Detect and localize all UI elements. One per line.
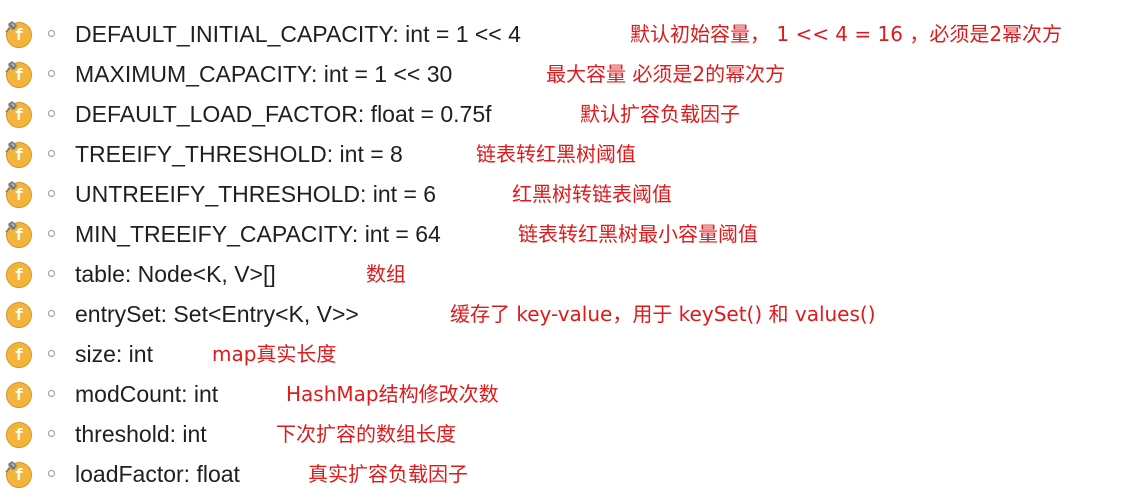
field-signature: MAXIMUM_CAPACITY: int = 1 << 30 (75, 61, 453, 87)
field-row[interactable]: f table: Node<K, V>[] 数组 (0, 255, 1131, 293)
field-signature: TREEIFY_THRESHOLD: int = 8 (75, 141, 403, 167)
field-signature: entrySet: Set<Entry<K, V>> (75, 301, 359, 327)
package-private-visibility-icon (48, 310, 55, 317)
package-private-visibility-icon (48, 350, 55, 357)
field-row[interactable]: f UNTREEIFY_THRESHOLD: int = 6 红黑树转链表阈值 (0, 175, 1131, 213)
package-private-visibility-icon (48, 110, 55, 117)
static-final-field-icon: f (5, 140, 32, 168)
static-final-field-icon: f (5, 220, 32, 248)
package-private-visibility-icon (48, 70, 55, 77)
field-annotation: 缓存了 key-value，用于 keySet() 和 values() (450, 302, 876, 326)
field-signature: DEFAULT_LOAD_FACTOR: float = 0.75f (75, 101, 492, 127)
package-private-visibility-icon (48, 390, 55, 397)
field-annotation: 链表转红黑树最小容量阈值 (518, 222, 758, 246)
field-annotation: 链表转红黑树阈值 (476, 142, 636, 166)
field-signature: table: Node<K, V>[] (75, 261, 276, 287)
field-signature: DEFAULT_INITIAL_CAPACITY: int = 1 << 4 (75, 21, 521, 47)
structure-field-list: f DEFAULT_INITIAL_CAPACITY: int = 1 << 4… (0, 0, 1131, 499)
field-signature: threshold: int (75, 421, 207, 447)
field-icon: f (6, 382, 32, 408)
field-icon: f (6, 342, 32, 368)
static-final-field-icon: f (5, 460, 32, 488)
field-row[interactable]: f DEFAULT_INITIAL_CAPACITY: int = 1 << 4… (0, 15, 1131, 53)
field-signature: modCount: int (75, 381, 219, 407)
field-row[interactable]: f entrySet: Set<Entry<K, V>> 缓存了 key-val… (0, 295, 1131, 333)
field-row[interactable]: f TREEIFY_THRESHOLD: int = 8 链表转红黑树阈值 (0, 135, 1131, 173)
package-private-visibility-icon (48, 30, 55, 37)
field-signature: MIN_TREEIFY_CAPACITY: int = 64 (75, 221, 441, 247)
field-row[interactable]: f loadFactor: float 真实扩容负载因子 (0, 455, 1131, 493)
field-signature: UNTREEIFY_THRESHOLD: int = 6 (75, 181, 437, 207)
static-final-field-icon: f (5, 20, 32, 48)
field-annotation: 真实扩容负载因子 (308, 462, 468, 486)
field-annotation: 数组 (366, 262, 406, 286)
package-private-visibility-icon (48, 150, 55, 157)
field-signature: loadFactor: float (75, 461, 240, 487)
field-annotation: 最大容量 必须是2的幂次方 (546, 62, 786, 86)
field-row[interactable]: f modCount: int HashMap结构修改次数 (0, 375, 1131, 413)
package-private-visibility-icon (48, 470, 55, 477)
field-annotation: map真实长度 (212, 342, 337, 366)
static-final-field-icon: f (5, 60, 32, 88)
static-final-field-icon: f (5, 180, 32, 208)
field-annotation: HashMap结构修改次数 (286, 382, 499, 406)
static-final-field-icon: f (5, 100, 32, 128)
field-annotation: 默认初始容量， 1 << 4 = 16 ，必须是2幂次方 (630, 22, 1063, 46)
field-icon: f (6, 262, 32, 288)
field-signature: size: int (75, 341, 153, 367)
package-private-visibility-icon (48, 230, 55, 237)
field-annotation: 默认扩容负载因子 (580, 102, 740, 126)
field-row[interactable]: f DEFAULT_LOAD_FACTOR: float = 0.75f 默认扩… (0, 95, 1131, 133)
field-annotation: 红黑树转链表阈值 (512, 182, 672, 206)
field-icon: f (6, 302, 32, 328)
field-icon: f (6, 422, 32, 448)
package-private-visibility-icon (48, 190, 55, 197)
field-row[interactable]: f MAXIMUM_CAPACITY: int = 1 << 30 最大容量 必… (0, 55, 1131, 93)
field-row[interactable]: f MIN_TREEIFY_CAPACITY: int = 64 链表转红黑树最… (0, 215, 1131, 253)
field-row[interactable]: f size: int map真实长度 (0, 335, 1131, 373)
field-annotation: 下次扩容的数组长度 (276, 422, 456, 446)
package-private-visibility-icon (48, 430, 55, 437)
field-row[interactable]: f threshold: int 下次扩容的数组长度 (0, 415, 1131, 453)
package-private-visibility-icon (48, 270, 55, 277)
